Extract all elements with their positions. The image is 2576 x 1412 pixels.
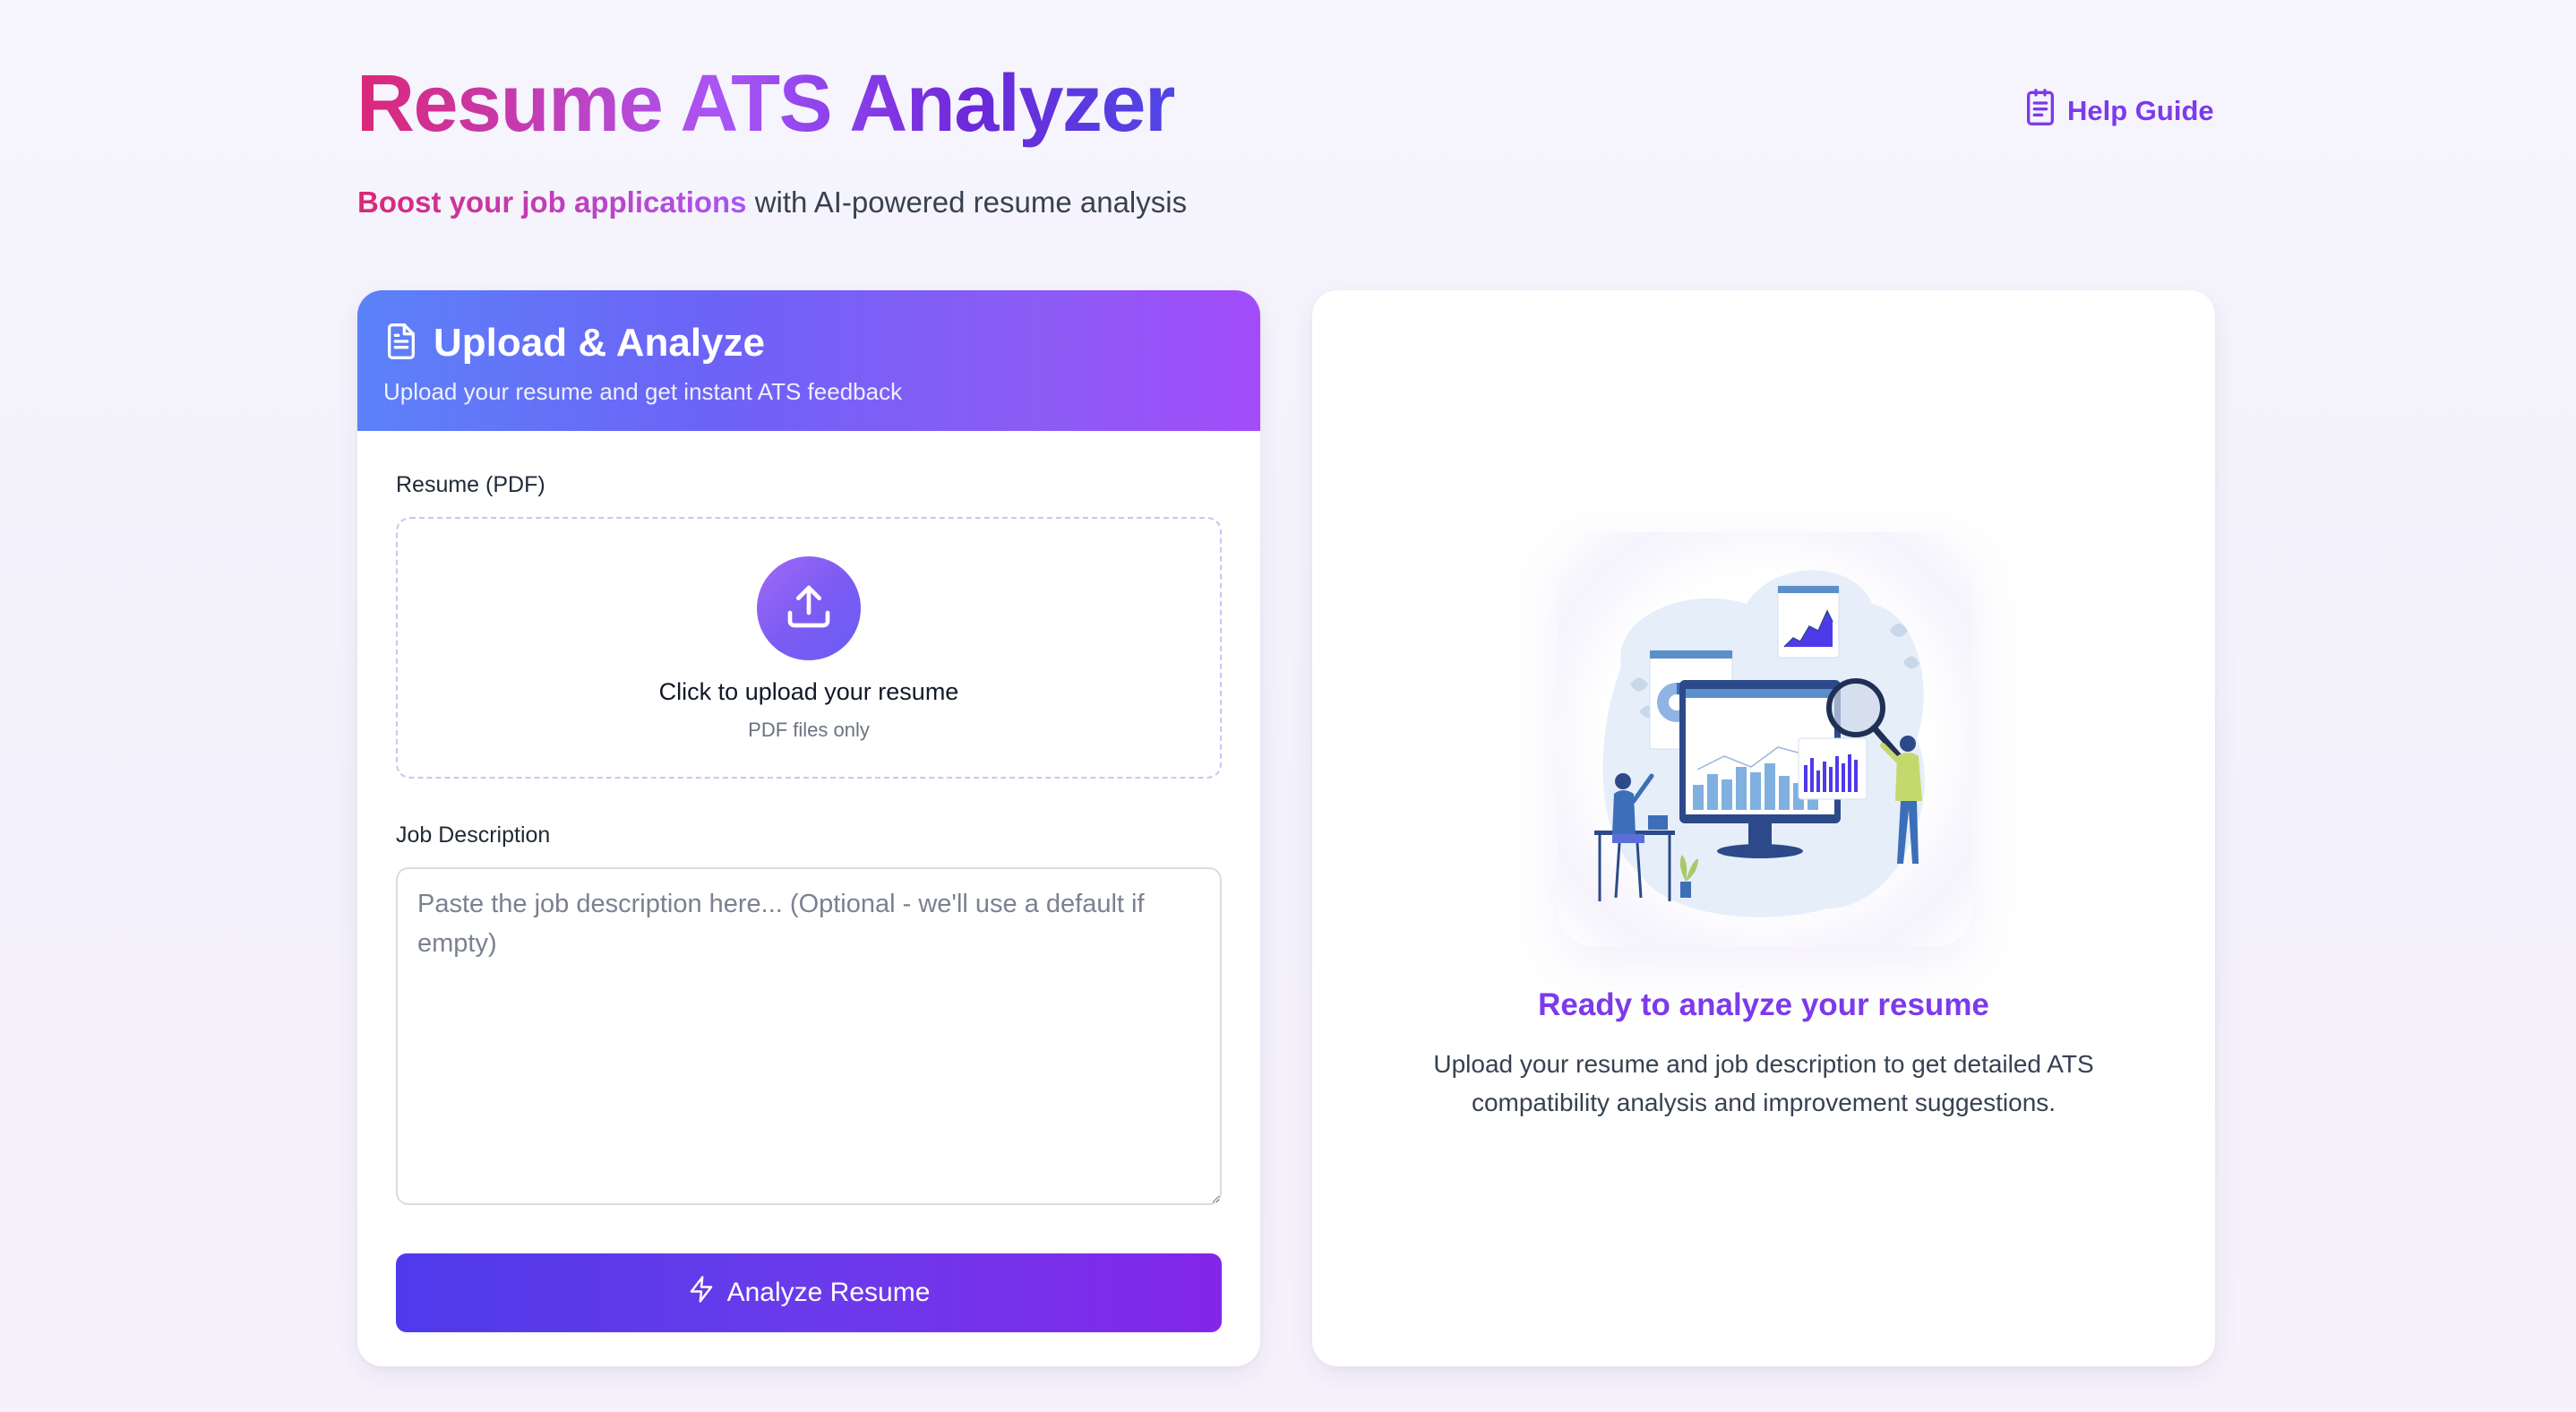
resume-label: Resume (PDF): [396, 472, 545, 497]
tagline-rest: with AI-powered resume analysis: [746, 185, 1188, 219]
dropzone-subtitle: PDF files only: [748, 719, 870, 741]
upload-icon-circle: [757, 556, 861, 660]
upload-card-subtitle: Upload your resume and get instant ATS f…: [383, 378, 903, 405]
upload-card-body: Resume (PDF) Click to upload your resume…: [357, 431, 1260, 1332]
document-icon: [383, 322, 419, 366]
result-card: Ready to analyze your resume Upload your…: [1312, 290, 2215, 1366]
upload-card-header: Upload & Analyze Upload your resume and …: [357, 290, 1260, 431]
analyze-resume-button[interactable]: Analyze Resume: [396, 1253, 1222, 1332]
clipboard-icon: [2022, 88, 2058, 134]
job-description-label: Job Description: [396, 822, 551, 848]
help-guide-link[interactable]: Help Guide: [2022, 88, 2214, 134]
ready-description: Upload your resume and job description t…: [1433, 1050, 2094, 1117]
ready-title: Ready to analyze your resume: [1538, 987, 1989, 1022]
data-analysis-illustration: [1558, 532, 1972, 946]
upload-card: Upload & Analyze Upload your resume and …: [357, 290, 1260, 1366]
lightning-icon: [688, 1275, 715, 1311]
job-description-textarea[interactable]: [396, 867, 1222, 1205]
upload-icon: [784, 581, 834, 636]
tagline: Boost your job applications with AI-powe…: [357, 184, 1187, 222]
dropzone-title: Click to upload your resume: [658, 678, 959, 705]
analyze-resume-label: Analyze Resume: [726, 1278, 931, 1307]
resume-dropzone[interactable]: Click to upload your resume PDF files on…: [396, 517, 1222, 779]
app-title: Resume ATS Analyzer: [356, 56, 1176, 152]
tagline-highlight: Boost your job applications: [357, 185, 747, 219]
upload-card-title: Upload & Analyze: [434, 321, 765, 365]
help-guide-label: Help Guide: [2067, 95, 2214, 126]
